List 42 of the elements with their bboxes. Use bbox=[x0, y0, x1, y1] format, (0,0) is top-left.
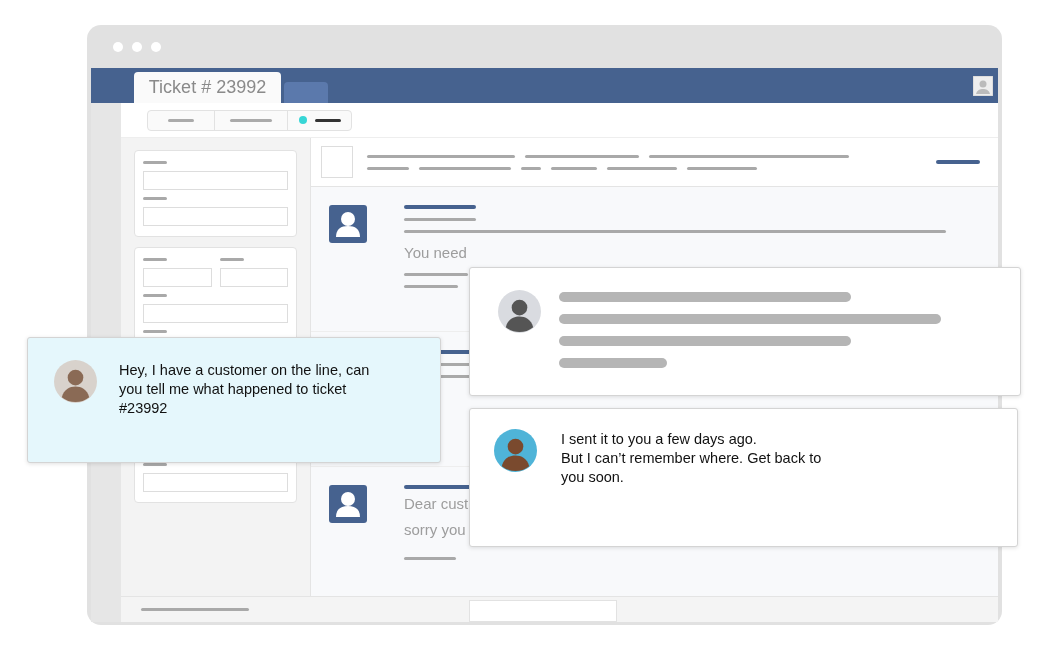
message-text: sorry you bbox=[404, 520, 467, 540]
avatar-icon bbox=[494, 429, 537, 472]
user-avatar-icon bbox=[329, 205, 367, 243]
text-placeholder bbox=[404, 218, 476, 221]
text-placeholder bbox=[143, 197, 167, 200]
text-placeholder bbox=[551, 166, 597, 170]
message-text: You need bbox=[404, 243, 468, 263]
user-avatar-icon bbox=[329, 485, 367, 523]
text-placeholder bbox=[143, 294, 167, 297]
tab[interactable]: Ticket # 23992 bbox=[134, 72, 281, 103]
text-placeholder bbox=[219, 258, 244, 261]
message-text: Dear cust bbox=[404, 494, 470, 514]
text-placeholder bbox=[143, 330, 167, 333]
avatar-icon bbox=[498, 290, 541, 333]
input-field[interactable] bbox=[143, 207, 288, 226]
text-placeholder bbox=[607, 166, 677, 170]
text-placeholder bbox=[687, 166, 757, 170]
text-placeholder bbox=[404, 205, 476, 209]
avatar-icon bbox=[54, 360, 97, 403]
chat-message: I sent it to you a few days ago. But I can’t remember where. Get back to you soon. bbox=[561, 430, 822, 487]
chat-message: Hey, I have a customer on the line, can you tell me what happened to ticket #23992 bbox=[119, 361, 370, 418]
input-field[interactable] bbox=[469, 600, 617, 622]
text-placeholder bbox=[404, 285, 458, 288]
text-placeholder bbox=[367, 166, 409, 170]
window-dot-icon bbox=[132, 41, 142, 52]
text-placeholder bbox=[936, 160, 980, 164]
window-dot-icon bbox=[151, 41, 161, 52]
input-field[interactable] bbox=[219, 268, 288, 287]
input-field[interactable] bbox=[143, 268, 212, 287]
text-placeholder bbox=[143, 463, 167, 466]
image-placeholder bbox=[321, 146, 353, 178]
text-placeholder bbox=[521, 166, 541, 170]
input-field[interactable] bbox=[143, 304, 288, 323]
text-placeholder bbox=[404, 557, 456, 560]
text-placeholder bbox=[143, 161, 167, 164]
tab[interactable] bbox=[284, 82, 328, 103]
text-placeholder bbox=[404, 273, 468, 276]
window-dot-icon bbox=[113, 41, 123, 52]
input-field[interactable] bbox=[143, 473, 288, 492]
user-avatar-icon[interactable] bbox=[973, 76, 993, 96]
text-placeholder bbox=[143, 258, 167, 261]
input-field[interactable] bbox=[143, 171, 288, 190]
